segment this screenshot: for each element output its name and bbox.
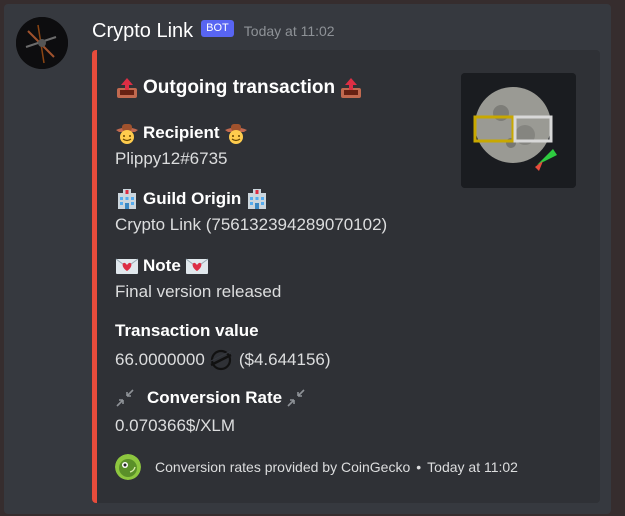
arrows-compress-icon bbox=[287, 389, 305, 407]
embed-thumbnail[interactable] bbox=[461, 73, 576, 188]
bot-badge: BOT bbox=[201, 19, 234, 37]
bot-avatar[interactable] bbox=[16, 17, 68, 69]
footer-text: Conversion rates provided by CoinGecko bbox=[155, 459, 411, 475]
guild-value: Crypto Link (756132394289070102) bbox=[115, 215, 388, 234]
note-field-name: Note bbox=[115, 254, 213, 278]
hospital-building-icon bbox=[118, 189, 136, 209]
guild-field-name: Guild Origin bbox=[115, 187, 273, 211]
love-letter-icon bbox=[115, 258, 139, 274]
rate-field-name: Conversion Rate bbox=[115, 388, 310, 408]
embed-footer: Conversion rates provided by CoinGecko •… bbox=[115, 454, 518, 480]
note-label: Note bbox=[143, 256, 181, 275]
tx-usd: ($4.644156) bbox=[238, 350, 331, 369]
footer-separator: • bbox=[416, 459, 422, 475]
bot-username[interactable]: Crypto Link bbox=[92, 20, 193, 43]
cowboy-emoji-icon bbox=[116, 124, 138, 144]
embed-accent-bar bbox=[92, 50, 97, 503]
recipient-field-name: Recipient bbox=[115, 121, 252, 145]
transaction-embed: Outgoing transaction Recipient Plippy12#… bbox=[92, 50, 600, 503]
recipient-label: Recipient bbox=[143, 123, 220, 142]
rate-label: Conversion Rate bbox=[147, 388, 283, 407]
tx-value-row: 66.0000000 ($4.644156) bbox=[115, 348, 331, 372]
coingecko-icon bbox=[115, 454, 141, 480]
footer-time: Today at 11:02 bbox=[427, 459, 518, 475]
window-frame: Crypto Link BOT Today at 11:02 Outgoing … bbox=[0, 0, 625, 516]
guild-label: Guild Origin bbox=[143, 189, 242, 208]
arrows-compress-icon bbox=[116, 389, 134, 407]
stellar-xlm-icon bbox=[210, 349, 232, 371]
outbox-tray-icon bbox=[117, 78, 137, 98]
embed-title-row: Outgoing transaction bbox=[115, 76, 367, 100]
love-letter-icon bbox=[185, 258, 209, 274]
message-timestamp: Today at 11:02 bbox=[243, 23, 335, 39]
rate-value: 0.070366$/XLM bbox=[115, 416, 236, 435]
hospital-building-icon bbox=[248, 189, 267, 209]
recipient-value: Plippy12#6735 bbox=[115, 149, 228, 168]
tx-field-name: Transaction value bbox=[115, 321, 259, 340]
outbox-tray-icon bbox=[341, 78, 362, 98]
tx-amount: 66.0000000 bbox=[115, 350, 205, 369]
message-header: Crypto Link BOT Today at 11:02 bbox=[92, 17, 335, 45]
message-panel: Crypto Link BOT Today at 11:02 Outgoing … bbox=[4, 4, 611, 514]
note-value: Final version released bbox=[115, 282, 282, 301]
embed-title: Outgoing transaction bbox=[143, 77, 336, 98]
cowboy-emoji-icon bbox=[224, 124, 247, 144]
